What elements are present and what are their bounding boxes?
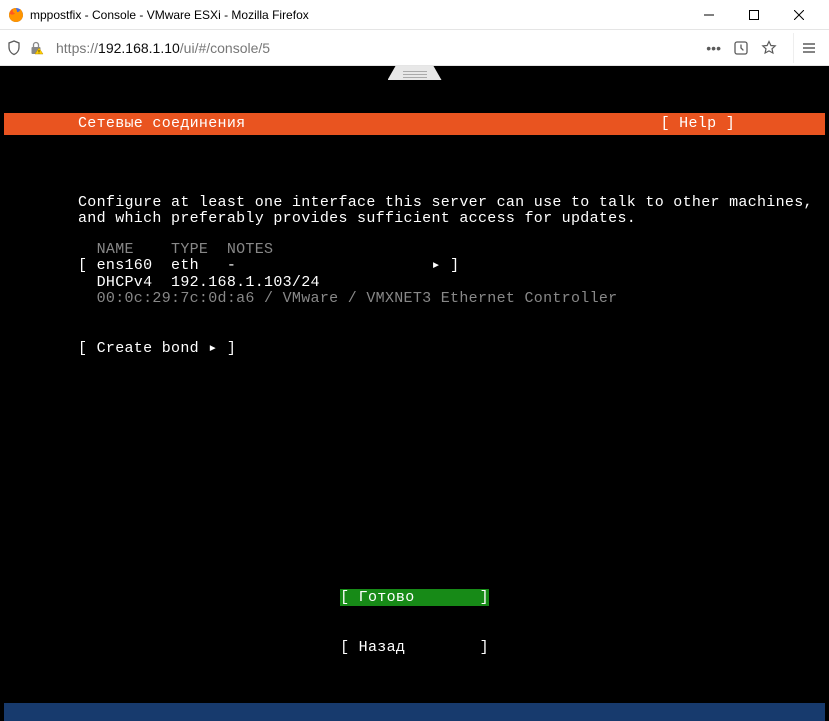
installer-footer: [ Готово ] [ Назад ] <box>4 557 825 689</box>
mac-row: 00:0c:29:7c:0d:a6 / VMware / VMXNET3 Eth… <box>78 291 825 308</box>
url-scheme: https:// <box>56 40 98 56</box>
done-button[interactable]: [ Готово ] <box>340 589 489 606</box>
page-actions-icon[interactable]: ••• <box>706 40 721 56</box>
url-actions: ••• <box>706 40 783 56</box>
firefox-icon <box>8 7 24 23</box>
vmware-console[interactable]: Сетевые соединения [ Help ] Configure at… <box>0 66 829 721</box>
dhcp-row: DHCPv4 192.168.1.103/24 <box>78 275 825 292</box>
description-text: Configure at least one interface this se… <box>78 194 813 228</box>
minimize-button[interactable] <box>686 1 731 29</box>
installer-title: Сетевые соединения <box>4 116 661 133</box>
installer-header: Сетевые соединения [ Help ] <box>4 113 825 135</box>
url-input[interactable]: https://192.168.1.10/ui/#/console/5 <box>50 36 700 60</box>
console-grip-handle[interactable] <box>388 66 442 80</box>
tracking-shield-icon[interactable] <box>6 40 22 56</box>
console-bottom-bar <box>4 703 825 721</box>
url-host: 192.168.1.10 <box>98 40 180 56</box>
reader-icon[interactable] <box>733 40 749 56</box>
help-button[interactable]: [ Help ] <box>661 116 825 133</box>
window-controls <box>686 1 821 29</box>
url-path: /ui/#/console/5 <box>180 40 270 56</box>
maximize-button[interactable] <box>731 1 776 29</box>
window-title: mppostfix - Console - VMware ESXi - Mozi… <box>30 8 686 22</box>
interface-row[interactable]: [ ens160 eth - ▸ ] <box>78 258 825 275</box>
terminal[interactable]: Сетевые соединения [ Help ] Configure at… <box>4 80 825 703</box>
create-bond-button[interactable]: [ Create bond ▸ ] <box>78 341 825 358</box>
bookmark-star-icon[interactable] <box>761 40 777 56</box>
window-titlebar: mppostfix - Console - VMware ESXi - Mozi… <box>0 0 829 30</box>
installer-body: Configure at least one interface this se… <box>4 168 825 390</box>
menu-button[interactable] <box>793 33 823 63</box>
table-header: NAME TYPE NOTES <box>78 242 825 259</box>
lock-warning-icon[interactable] <box>28 40 44 56</box>
back-button[interactable]: [ Назад ] <box>340 639 489 656</box>
close-button[interactable] <box>776 1 821 29</box>
browser-addressbar: https://192.168.1.10/ui/#/console/5 ••• <box>0 30 829 66</box>
console-top-strip <box>0 66 829 80</box>
